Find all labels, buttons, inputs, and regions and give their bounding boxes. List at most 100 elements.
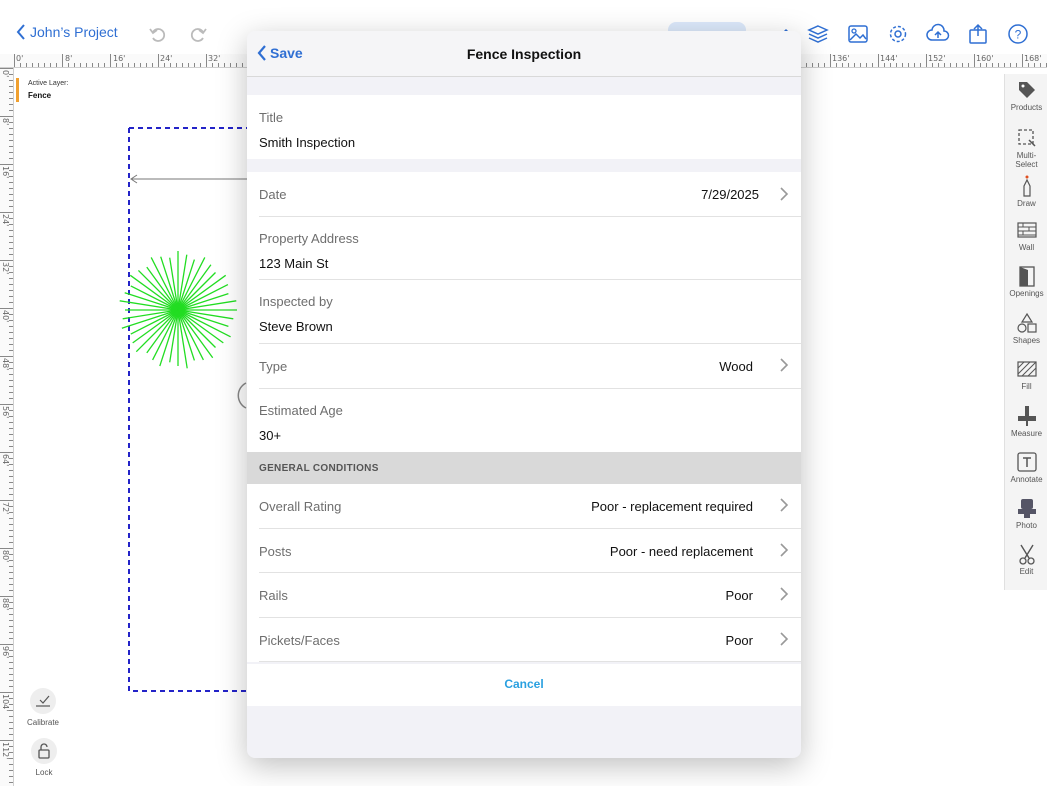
left-ruler-label: 96' bbox=[1, 646, 10, 659]
top-ruler-label: 144' bbox=[880, 54, 898, 63]
condition-label: Posts bbox=[259, 543, 292, 559]
left-ruler-label: 8' bbox=[1, 118, 10, 126]
toolbar-fill-button[interactable]: Fill bbox=[1005, 357, 1047, 391]
toolbar-label: Fill bbox=[1021, 382, 1032, 391]
multi-select-icon bbox=[1005, 126, 1047, 150]
title-field-value[interactable]: Smith Inspection bbox=[259, 135, 355, 150]
modal-header: Save Fence Inspection bbox=[247, 31, 801, 77]
active-layer-indicator: Active Layer: Fence bbox=[16, 78, 68, 102]
wall-icon bbox=[1005, 218, 1047, 242]
toolbar-label: Multi- Select bbox=[1015, 151, 1038, 169]
layers-icon[interactable] bbox=[806, 22, 830, 46]
camera-icon bbox=[1005, 496, 1047, 520]
calibrate-icon bbox=[30, 688, 56, 714]
left-ruler-label: 24' bbox=[1, 214, 10, 227]
fence-post-marker[interactable] bbox=[116, 248, 240, 372]
inspected-by-label: Inspected by bbox=[259, 294, 333, 309]
date-value: 7/29/2025 bbox=[701, 187, 759, 202]
chevron-right-icon bbox=[780, 587, 789, 601]
toolbar-products-button[interactable]: Products bbox=[1005, 78, 1047, 112]
type-label: Type bbox=[259, 359, 288, 374]
calibrate-button[interactable]: Calibrate bbox=[23, 688, 63, 727]
lock-button[interactable]: Lock bbox=[24, 738, 64, 777]
text-box-icon bbox=[1005, 450, 1047, 474]
chevron-left-icon bbox=[16, 24, 25, 40]
toolbar-annotate-button[interactable]: Annotate bbox=[1005, 450, 1047, 484]
condition-row[interactable]: Rails Poor bbox=[247, 573, 801, 618]
top-ruler-label: 136' bbox=[832, 54, 850, 63]
date-row[interactable]: Date 7/29/2025 bbox=[247, 172, 801, 217]
share-icon[interactable] bbox=[966, 22, 990, 46]
condition-value: Poor - need replacement bbox=[609, 543, 753, 559]
toolbar-shapes-button[interactable]: Shapes bbox=[1005, 311, 1047, 345]
toolbar-label: Wall bbox=[1018, 243, 1035, 252]
left-ruler-label: 32' bbox=[1, 262, 10, 275]
date-label: Date bbox=[259, 187, 287, 202]
title-field-row[interactable]: Title Smith Inspection bbox=[247, 95, 801, 159]
toolbar-edit-button[interactable]: Edit bbox=[1005, 542, 1047, 576]
estimated-age-label: Estimated Age bbox=[259, 403, 343, 418]
top-ruler-label: 32' bbox=[208, 54, 221, 63]
property-address-value[interactable]: 123 Main St bbox=[259, 256, 328, 271]
chevron-right-icon bbox=[780, 631, 789, 646]
condition-value: Poor bbox=[725, 588, 753, 603]
condition-value: Poor - replacement required bbox=[591, 499, 753, 514]
left-ruler-label: 48' bbox=[1, 358, 10, 371]
fence-inspection-modal: Save Fence Inspection Title Smith Inspec… bbox=[247, 31, 801, 758]
left-ruler-label: 112' bbox=[1, 742, 10, 760]
top-ruler-label: 152' bbox=[928, 54, 946, 63]
shapes-icon bbox=[1005, 311, 1047, 335]
property-address-row[interactable]: Property Address 123 Main St bbox=[247, 217, 801, 280]
gear-icon[interactable] bbox=[886, 22, 910, 46]
condition-label: Pickets/Faces bbox=[259, 632, 340, 648]
back-to-project-button[interactable]: John’s Project bbox=[16, 24, 118, 40]
cancel-button[interactable]: Cancel bbox=[247, 677, 801, 691]
chevron-right-icon bbox=[780, 542, 789, 557]
condition-row[interactable]: Posts Poor - need replacement bbox=[247, 528, 801, 573]
property-address-label: Property Address bbox=[259, 231, 359, 246]
estimated-age-row[interactable]: Estimated Age 30+ bbox=[247, 389, 801, 452]
toolbar-photo-button[interactable]: Photo bbox=[1005, 496, 1047, 530]
toolbar-label: Draw bbox=[1017, 199, 1036, 208]
cancel-row[interactable]: Cancel bbox=[247, 664, 801, 706]
toolbar-measure-button[interactable]: Measure bbox=[1005, 404, 1047, 438]
condition-label: Rails bbox=[259, 588, 288, 603]
toolbar-openings-button[interactable]: Openings bbox=[1005, 264, 1047, 298]
image-icon[interactable] bbox=[846, 22, 870, 46]
inspected-by-value[interactable]: Steve Brown bbox=[259, 319, 333, 334]
left-ruler-label: 64' bbox=[1, 454, 10, 467]
estimated-age-value[interactable]: 30+ bbox=[259, 428, 281, 443]
inspected-by-row[interactable]: Inspected by Steve Brown bbox=[247, 280, 801, 344]
section-header-label: GENERAL CONDITIONS bbox=[259, 463, 379, 474]
left-ruler-label: 40' bbox=[1, 310, 10, 323]
top-ruler-label: 0' bbox=[16, 54, 24, 63]
condition-row[interactable]: Pickets/Faces Poor bbox=[247, 617, 801, 662]
top-ruler-label: 168' bbox=[1024, 54, 1042, 63]
top-ruler-label: 24' bbox=[160, 54, 173, 63]
help-icon[interactable]: ? bbox=[1006, 22, 1030, 46]
type-row[interactable]: Type Wood bbox=[247, 344, 801, 389]
top-ruler-label: 8' bbox=[65, 54, 73, 63]
left-ruler-label: 72' bbox=[1, 502, 10, 515]
left-ruler-label: 80' bbox=[1, 550, 10, 563]
toolbar-label: Edit bbox=[1019, 567, 1034, 576]
toolbar-wall-button[interactable]: Wall bbox=[1005, 218, 1047, 252]
tag-icon bbox=[1005, 78, 1047, 102]
cloud-upload-icon[interactable] bbox=[926, 22, 950, 46]
lock-label: Lock bbox=[35, 768, 53, 777]
measure-icon bbox=[1005, 404, 1047, 428]
condition-row[interactable]: Overall Rating Poor - replacement require… bbox=[247, 484, 801, 529]
toolbar-multi-select-button[interactable]: Multi- Select bbox=[1005, 126, 1047, 169]
back-label: John’s Project bbox=[30, 24, 118, 40]
left-ruler-label: 56' bbox=[1, 406, 10, 419]
redo-icon[interactable] bbox=[186, 22, 210, 46]
undo-icon[interactable] bbox=[146, 22, 170, 46]
toolbar-label: Measure bbox=[1010, 429, 1043, 438]
title-field-label: Title bbox=[259, 110, 284, 125]
left-ruler-label: 104' bbox=[1, 694, 10, 712]
door-icon bbox=[1005, 264, 1047, 288]
condition-label: Overall Rating bbox=[259, 499, 342, 514]
chevron-right-icon bbox=[780, 358, 789, 372]
active-layer-label: Active Layer: bbox=[28, 80, 69, 87]
toolbar-draw-button[interactable]: Draw bbox=[1005, 174, 1047, 208]
